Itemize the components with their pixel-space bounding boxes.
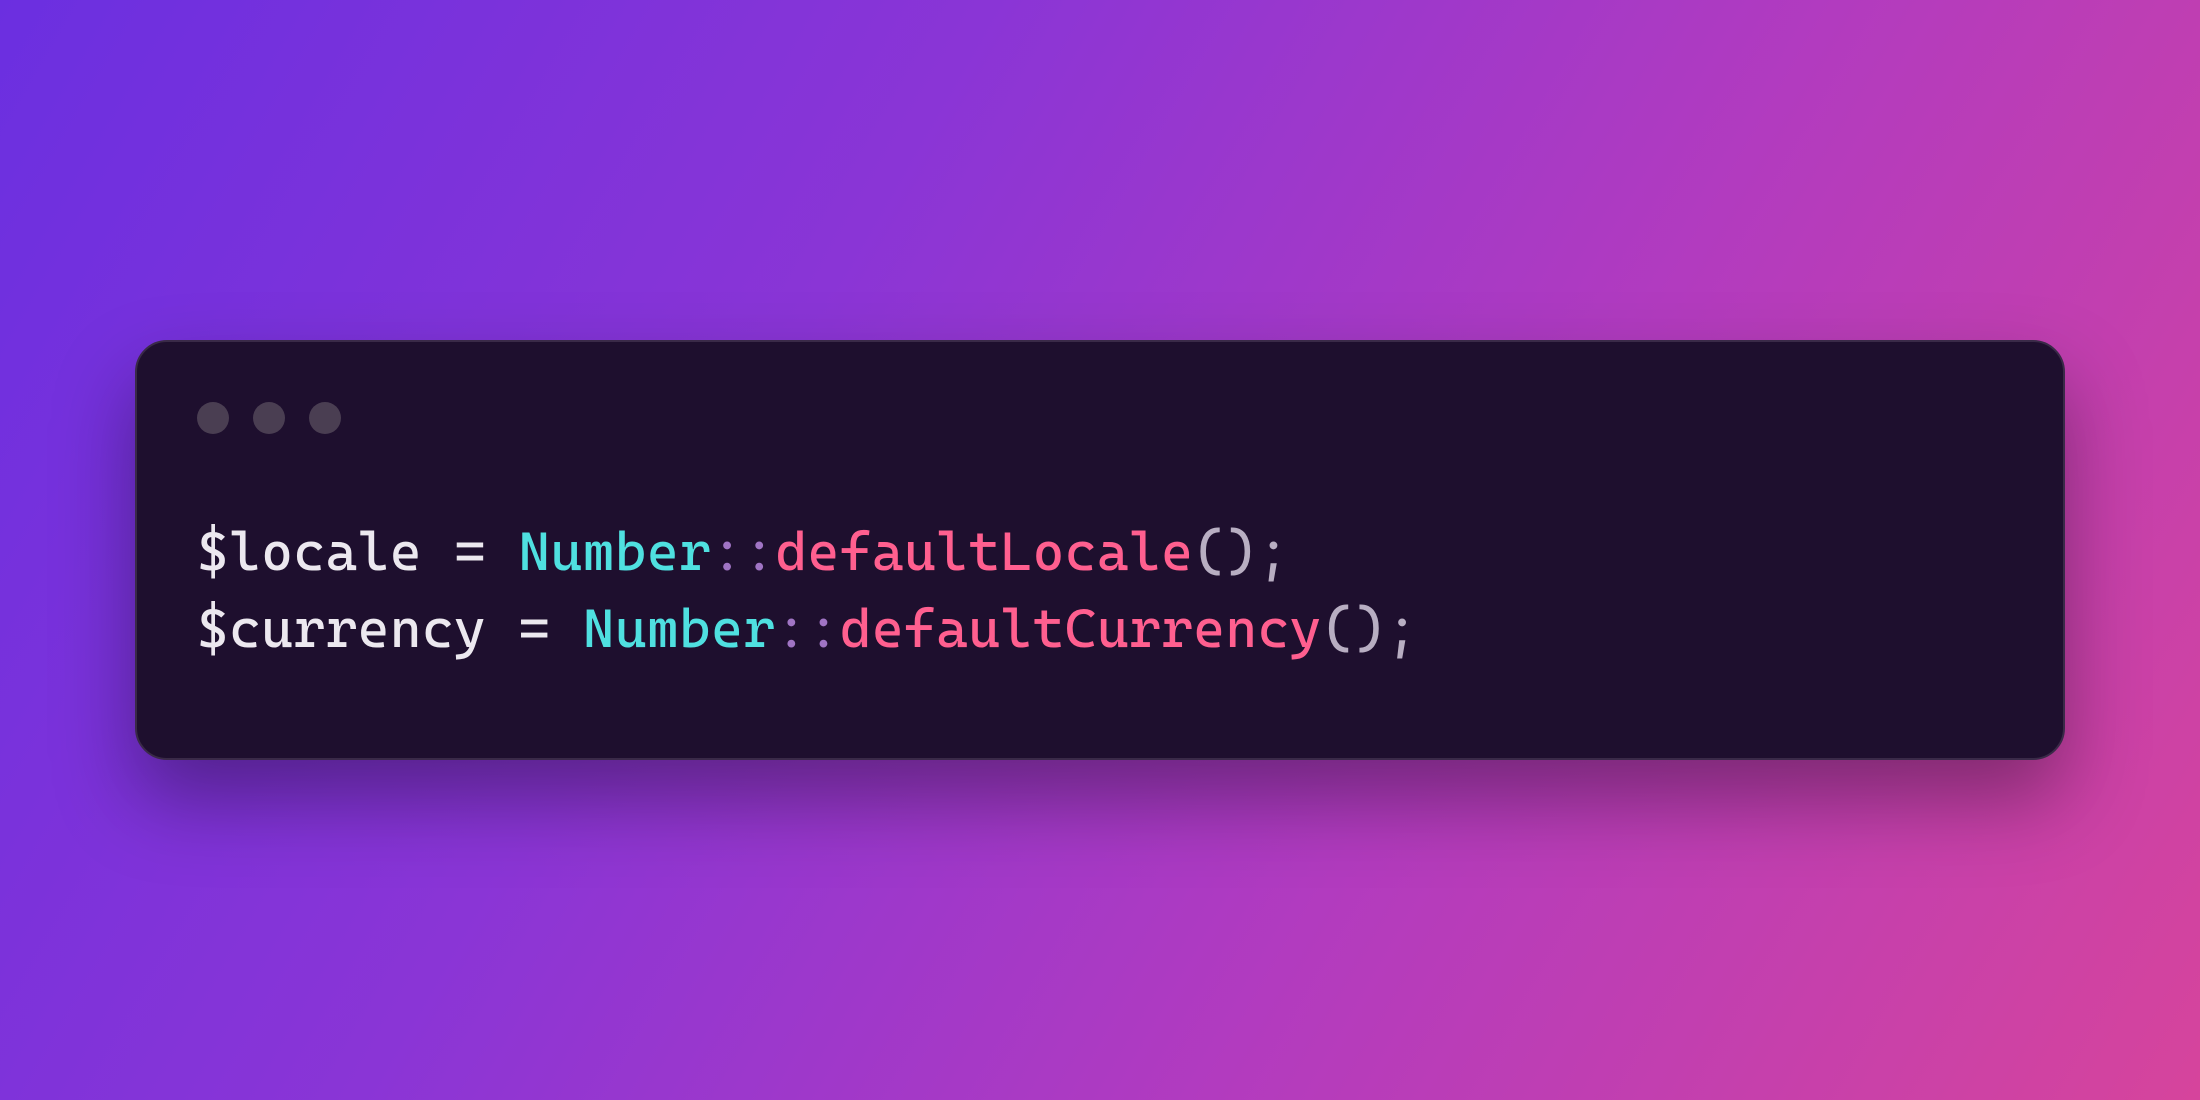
token-operator: = bbox=[486, 597, 582, 660]
token-semicolon: ; bbox=[1386, 597, 1418, 660]
window-titlebar bbox=[197, 402, 2003, 434]
token-semicolon: ; bbox=[1258, 520, 1290, 583]
code-block: $locale = Number::defaultLocale(); $curr… bbox=[197, 514, 2003, 667]
traffic-light-zoom-icon bbox=[309, 402, 341, 434]
token-parens: () bbox=[1193, 520, 1257, 583]
token-class: Number bbox=[518, 520, 711, 583]
code-line: $currency = Number::defaultCurrency(); bbox=[197, 597, 1418, 660]
token-function: defaultLocale bbox=[776, 520, 1194, 583]
traffic-light-minimize-icon bbox=[253, 402, 285, 434]
token-scope: :: bbox=[776, 597, 840, 660]
token-class: Number bbox=[583, 597, 776, 660]
code-window: $locale = Number::defaultLocale(); $curr… bbox=[135, 340, 2065, 759]
token-variable: $locale bbox=[197, 520, 422, 583]
token-variable: $currency bbox=[197, 597, 486, 660]
token-parens: () bbox=[1322, 597, 1386, 660]
code-line: $locale = Number::defaultLocale(); bbox=[197, 520, 1290, 583]
token-operator: = bbox=[422, 520, 518, 583]
traffic-light-close-icon bbox=[197, 402, 229, 434]
token-scope: :: bbox=[711, 520, 775, 583]
token-function: defaultCurrency bbox=[840, 597, 1322, 660]
